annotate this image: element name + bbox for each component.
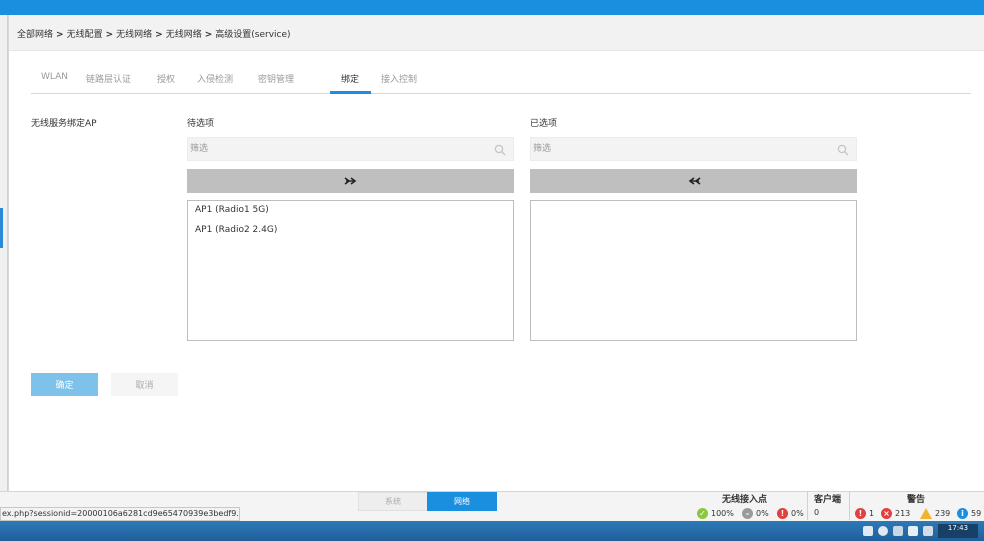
available-title: 待选项 — [187, 119, 215, 129]
breadcrumb: 全部网络 > 无线配置 > 无线网络 > 无线网络 > 高级设置(service) — [17, 27, 291, 40]
cancel-button[interactable]: 取消 — [111, 373, 178, 396]
ap-fault-value: 0% — [791, 509, 804, 518]
clients-count[interactable]: 0 — [814, 508, 819, 517]
selected-title: 已选项 — [530, 119, 558, 129]
clients-title: 客户端 — [814, 495, 842, 505]
main-content: 全部网络 > 无线配置 > 无线网络 > 无线网络 > 高级设置(service) WLAN 链… — [8, 15, 984, 491]
active-tab-indicator — [330, 91, 371, 94]
alarm-info-stat[interactable]: i 59 — [957, 508, 981, 519]
divider — [807, 492, 808, 520]
breadcrumb-bar: 全部网络 > 无线配置 > 无线网络 > 无线网络 > 高级设置(service) — [9, 15, 984, 51]
breadcrumb-item-wireless-network-2[interactable]: 无线网络 — [166, 30, 202, 40]
ap-offline-value: 0% — [756, 509, 769, 518]
selected-filter-input[interactable] — [531, 138, 856, 160]
move-to-selected-button[interactable] — [187, 169, 514, 193]
tab-binding[interactable]: 绑定 — [341, 72, 359, 85]
breadcrumb-item-wireless-config[interactable]: 无线配置 — [67, 30, 103, 40]
minus-icon: – — [742, 508, 753, 519]
alarm-info-value: 59 — [971, 509, 982, 518]
breadcrumb-separator: > — [105, 30, 114, 40]
alarm-minor-stat[interactable]: 239 — [920, 508, 950, 519]
tab-system[interactable]: 系统 — [358, 492, 428, 511]
alarms-title: 警告 — [907, 495, 926, 505]
breadcrumb-separator: > — [56, 30, 64, 40]
breadcrumb-separator: > — [204, 30, 213, 40]
confirm-button[interactable]: 确定 — [31, 373, 98, 396]
ap-online-value: 100% — [711, 509, 734, 518]
breadcrumb-separator: > — [155, 30, 163, 40]
ap-fault-stat[interactable]: ! 0% — [777, 508, 804, 519]
breadcrumb-item-wireless-network[interactable]: 无线网络 — [116, 30, 152, 40]
ap-offline-stat[interactable]: –0% — [742, 508, 769, 519]
list-item[interactable]: AP1 (Radio2 2.4G) — [195, 225, 277, 235]
tab-access-control[interactable]: 接入控制 — [381, 72, 417, 85]
left-nav-active-marker — [0, 208, 3, 248]
move-to-available-button[interactable] — [530, 169, 857, 193]
browser-status-url: ex.php?sessionid=20000106a6281cd9e654709… — [0, 507, 240, 521]
x-icon: × — [881, 508, 892, 519]
help-icon[interactable] — [878, 526, 888, 536]
keyboard-icon[interactable] — [863, 526, 873, 536]
network-icon[interactable] — [893, 526, 903, 536]
available-filter — [187, 137, 514, 161]
tab-wlan[interactable]: WLAN — [41, 72, 68, 82]
alarm-critical-value: 1 — [869, 509, 875, 518]
available-filter-input[interactable] — [188, 138, 513, 160]
tab-key-management[interactable]: 密钥管理 — [258, 72, 294, 85]
search-icon[interactable] — [837, 144, 849, 156]
double-arrow-left-icon — [688, 177, 700, 185]
left-nav-strip — [0, 15, 8, 515]
alarm-minor-value: 239 — [935, 509, 951, 518]
tab-link-auth[interactable]: 链路层认证 — [86, 72, 131, 85]
speaker-icon[interactable] — [923, 526, 933, 536]
divider — [849, 492, 850, 520]
info-icon: i — [957, 508, 968, 519]
list-item[interactable]: AP1 (Radio1 5G) — [195, 205, 269, 215]
settings-tabs: WLAN 链路层认证 授权 入侵检测 密钥管理 绑定 接入控制 — [31, 68, 971, 94]
alarm-major-value: 213 — [895, 509, 911, 518]
double-arrow-right-icon — [344, 177, 356, 185]
ap-online-stat[interactable]: ✓ 100% — [697, 508, 734, 519]
warning-icon — [920, 508, 932, 519]
breadcrumb-item-all-networks[interactable]: 全部网络 — [17, 30, 53, 40]
selected-list[interactable] — [530, 200, 857, 341]
tab-network[interactable]: 网络 — [427, 492, 497, 511]
ap-status-title: 无线接入点 — [722, 495, 768, 505]
search-icon[interactable] — [494, 144, 506, 156]
tab-authorization[interactable]: 授权 — [157, 72, 175, 85]
clock[interactable]: 17:43 — [938, 524, 978, 538]
bind-ap-label: 无线服务绑定AP — [31, 119, 97, 129]
exclamation-icon: ! — [855, 508, 866, 519]
alarm-critical-stat[interactable]: ! 1 — [855, 508, 874, 519]
system-tray: 17:43 — [863, 521, 984, 541]
tab-intrusion-detection[interactable]: 入侵检测 — [197, 72, 233, 85]
window-top-bar — [0, 0, 984, 15]
exclamation-icon: ! — [777, 508, 788, 519]
available-list[interactable]: AP1 (Radio1 5G) AP1 (Radio2 2.4G) — [187, 200, 514, 341]
selected-filter — [530, 137, 857, 161]
flag-icon[interactable] — [908, 526, 918, 536]
breadcrumb-item-advanced-settings: 高级设置(service) — [215, 30, 291, 40]
check-icon: ✓ — [697, 508, 708, 519]
alarm-major-stat[interactable]: × 213 — [881, 508, 910, 519]
windows-taskbar: 17:43 — [0, 521, 984, 541]
